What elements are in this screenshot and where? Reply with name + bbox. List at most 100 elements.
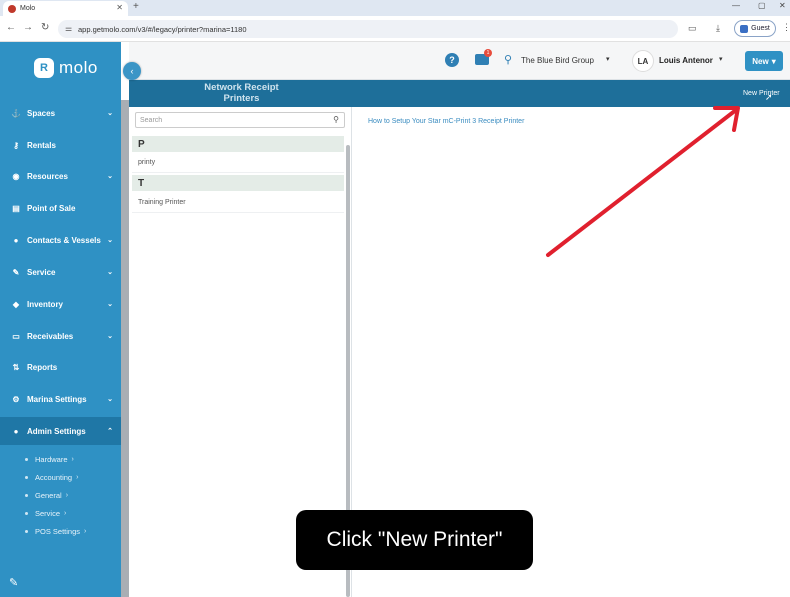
sidebar-item-label: Marina Settings (27, 394, 87, 404)
sidebar-item-admin-settings[interactable]: ● Admin Settings ⌃ (0, 417, 121, 445)
chevron-down-icon[interactable]: ▾ (606, 55, 610, 63)
page-title: Network Receipt Printers (204, 82, 279, 104)
address-bar[interactable]: ⚌ app.getmolo.com/v3/#/legacy/printer?ma… (58, 20, 678, 38)
admin-icon: ● (13, 426, 19, 436)
chevron-down-icon[interactable]: ▾ (719, 55, 723, 63)
user-menu[interactable]: Louis Antenor (659, 56, 713, 65)
sidebar-item-label: Inventory (27, 299, 64, 309)
bullet-icon (25, 476, 28, 479)
browser-toolbar: ← → ↻ ⚌ app.getmolo.com/v3/#/legacy/prin… (0, 16, 790, 42)
search-placeholder: Search (140, 116, 163, 124)
sidebar-item-receivables[interactable]: ▭ Receivables ⌄ (0, 322, 121, 350)
app-header: ? 1 ⚲ The Blue Bird Group ▾ LA Louis Ant… (129, 42, 790, 80)
mouse-cursor-icon: ➚ (765, 92, 773, 102)
browser-tab-strip: Molo ✕ + — ▢ ✕ (0, 0, 790, 16)
sidebar-item-label: Contacts & Vessels (27, 235, 101, 245)
collapse-sidebar-button[interactable]: ‹ (123, 62, 141, 80)
site-settings-icon[interactable]: ⚌ (65, 24, 72, 33)
search-input[interactable]: Search ⚲ (135, 112, 345, 128)
browser-menu-icon[interactable]: ⋮ (782, 22, 790, 33)
new-printer-button[interactable]: New Printer (743, 90, 780, 97)
chevron-down-icon: ▾ (771, 56, 776, 66)
new-button[interactable]: New ▾ (745, 51, 783, 71)
sidebar-scrollbar[interactable] (121, 100, 129, 597)
chevron-down-icon: ⌄ (107, 301, 113, 308)
bullet-icon (25, 458, 28, 461)
sub-item-hardware[interactable]: Hardware › (25, 455, 74, 464)
sub-item-label: General (35, 491, 62, 500)
chevron-down-icon: ⌄ (107, 173, 113, 180)
sidebar-item-label: Spaces (27, 108, 56, 118)
edit-icon[interactable]: ✎ (9, 576, 18, 589)
sidebar: R molo ⚓ Spaces ⌄ ⚷ Rentals ◉ Resources … (0, 42, 121, 597)
chevron-down-icon: ⌄ (107, 269, 113, 276)
sidebar-item-inventory[interactable]: ◆ Inventory ⌄ (0, 290, 121, 318)
sidebar-item-spaces[interactable]: ⚓ Spaces ⌄ (0, 99, 121, 127)
sidebar-item-reports[interactable]: ⇅ Reports (0, 353, 121, 381)
new-tab-button[interactable]: + (133, 1, 139, 12)
chevron-right-icon: › (65, 492, 69, 499)
tutorial-caption: Click "New Printer" (296, 510, 533, 570)
bullet-icon (25, 530, 28, 533)
forward-icon[interactable]: → (23, 22, 33, 33)
sub-item-general[interactable]: General › (25, 491, 68, 500)
group-header-p: P (132, 136, 344, 152)
sidebar-item-label: Rentals (27, 140, 56, 150)
molo-logo[interactable]: R molo (34, 58, 98, 78)
sidebar-item-resources[interactable]: ◉ Resources ⌄ (0, 162, 121, 190)
download-icon[interactable]: ⤓ (716, 23, 720, 34)
page-title-bar: Network Receipt Printers New Printer ➚ (129, 80, 790, 107)
window-close-icon[interactable]: ✕ (779, 1, 786, 10)
chevron-right-icon: › (84, 528, 87, 535)
sub-item-label: Hardware (35, 455, 68, 464)
sidebar-item-service[interactable]: ✎ Service ⌄ (0, 258, 121, 286)
cast-icon[interactable]: ▭ (688, 23, 697, 34)
profile-button[interactable]: Guest (734, 20, 776, 37)
sub-item-accounting[interactable]: Accounting › (25, 473, 78, 482)
chevron-down-icon: ⌄ (107, 396, 113, 403)
help-article-link[interactable]: How to Setup Your Star mC-Print 3 Receip… (368, 118, 524, 125)
sidebar-item-label: Receivables (27, 331, 74, 341)
chevron-right-icon: › (64, 510, 67, 517)
maximize-icon[interactable]: ▢ (758, 1, 766, 10)
close-tab-icon[interactable]: ✕ (116, 3, 123, 12)
sidebar-item-marina-settings[interactable]: ⚙ Marina Settings ⌄ (0, 385, 121, 413)
sidebar-item-label: Reports (27, 362, 58, 372)
sidebar-item-point-of-sale[interactable]: ▤ Point of Sale (0, 194, 121, 222)
pos-icon: ▤ (12, 203, 20, 213)
minimize-icon[interactable]: — (732, 1, 740, 10)
chevron-down-icon: ⌄ (107, 110, 113, 117)
sort-icon: ⇅ (12, 362, 20, 372)
sidebar-item-rentals[interactable]: ⚷ Rentals (0, 131, 121, 159)
bullet-icon (25, 512, 28, 515)
sub-item-label: Accounting (35, 473, 73, 482)
sidebar-item-contacts-vessels[interactable]: ● Contacts & Vessels ⌄ (0, 226, 121, 254)
sub-item-label: POS Settings (35, 527, 81, 536)
browser-tab[interactable]: Molo ✕ (3, 1, 128, 16)
list-item[interactable]: Training Printer (132, 193, 344, 213)
sub-item-service[interactable]: Service › (25, 509, 66, 518)
bullet-icon (25, 494, 28, 497)
tag-icon: ◆ (12, 299, 20, 309)
reload-icon[interactable]: ↻ (41, 22, 49, 33)
chevron-up-icon: ⌃ (107, 428, 113, 435)
logo-mark: R (34, 58, 54, 78)
sidebar-item-label: Service (27, 267, 56, 277)
resources-icon: ◉ (12, 171, 20, 181)
help-icon[interactable]: ? (445, 53, 459, 67)
sub-item-pos-settings[interactable]: POS Settings › (25, 527, 86, 536)
org-selector[interactable]: The Blue Bird Group (521, 56, 594, 65)
sub-item-label: Service (35, 509, 61, 518)
tab-title: Molo (20, 5, 36, 12)
location-pin-icon: ⚲ (504, 54, 513, 66)
search-icon[interactable]: ⚲ (333, 115, 339, 124)
profile-label: Guest (751, 25, 770, 32)
avatar[interactable]: LA (632, 50, 654, 72)
card-icon: ▭ (12, 331, 20, 341)
wrench-icon: ✎ (12, 267, 20, 277)
list-item[interactable]: printy (132, 153, 344, 173)
sidebar-item-label: Admin Settings (27, 426, 86, 436)
key-icon: ⚷ (13, 140, 19, 150)
back-icon[interactable]: ← (6, 22, 16, 33)
gear-icon: ⚙ (12, 394, 20, 404)
